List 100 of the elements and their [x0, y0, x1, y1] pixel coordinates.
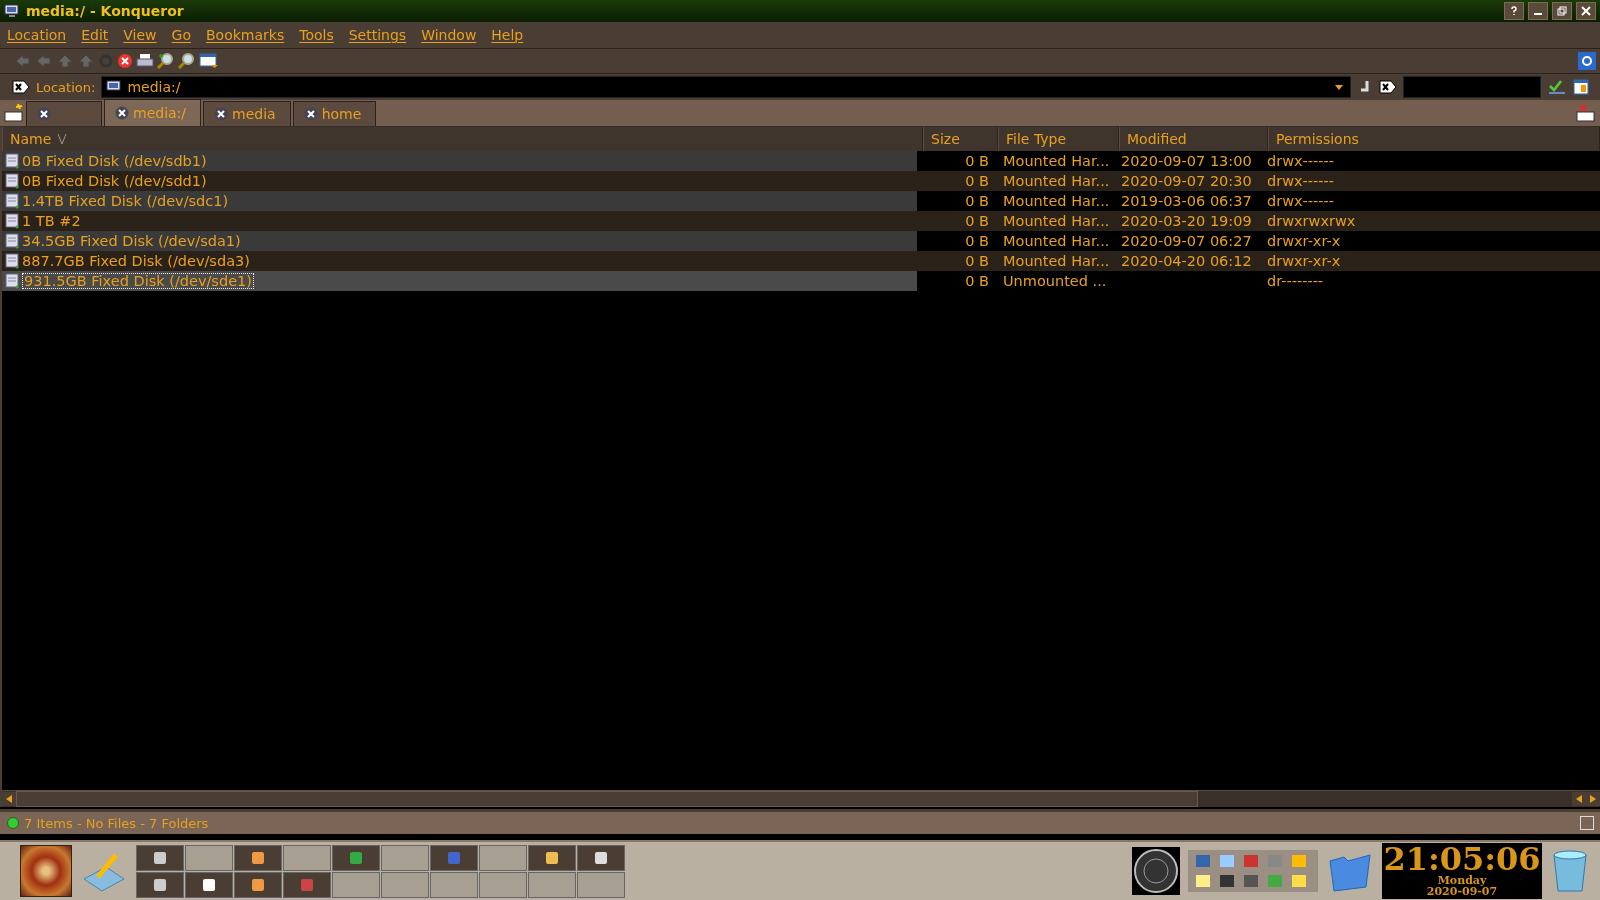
launcher-button[interactable]	[136, 871, 184, 898]
menu-item[interactable]: Go	[171, 27, 198, 43]
clock-date: 2020-09-07	[1426, 886, 1498, 897]
drive-icon	[5, 273, 19, 289]
tray-icon[interactable]	[1218, 872, 1236, 890]
menu-item[interactable]: Tools	[299, 27, 341, 43]
gear-icon[interactable]	[1578, 52, 1596, 70]
location-field[interactable]: media:/	[101, 76, 1352, 98]
close-tab-icon[interactable]	[1576, 103, 1596, 123]
menu-item[interactable]: Help	[491, 27, 531, 43]
table-cell-text: drwxr-xr-x	[1266, 232, 1342, 251]
sort-indicator-icon	[57, 133, 68, 145]
clock[interactable]: 21:05:06 Monday 2020-09-07	[1382, 843, 1542, 899]
tray-icon[interactable]	[1194, 872, 1212, 890]
window-title: media:/ - Konqueror	[26, 3, 184, 19]
clear-icon[interactable]	[12, 80, 30, 94]
column-header[interactable]: File Type	[998, 127, 1119, 151]
close-icon[interactable]	[303, 107, 318, 121]
table-cell-text: 0 B	[964, 172, 990, 191]
table-cell-text: drwx------	[1266, 172, 1335, 191]
close-button[interactable]	[1576, 2, 1596, 20]
launcher-button[interactable]	[332, 844, 380, 871]
drive-icon	[5, 153, 19, 169]
tab[interactable]: home	[292, 101, 377, 126]
table-cell-text: dr--------	[1266, 272, 1325, 291]
table-cell-text: Mounted Har...	[1002, 252, 1111, 271]
trash-icon[interactable]	[1550, 847, 1590, 895]
table-cell-text: 2020-09-07 13:00	[1120, 152, 1253, 171]
table-cell-text: drwxrwxrwx	[1266, 212, 1357, 231]
drive-icon	[5, 193, 19, 209]
clear-icon[interactable]	[1379, 80, 1398, 94]
maximize-button[interactable]	[1552, 2, 1572, 20]
table-cell-text: Unmounted ...	[1002, 272, 1108, 291]
launcher-button[interactable]	[430, 844, 478, 871]
column-header[interactable]: Permissions	[1268, 127, 1600, 151]
scrollbar-thumb[interactable]	[16, 791, 1198, 807]
monitor-icon	[4, 3, 20, 19]
location-label: Location:	[36, 79, 96, 95]
table-cell-text: Mounted Har...	[1002, 212, 1111, 231]
launcher-button[interactable]	[136, 844, 184, 871]
scroll-left-button[interactable]	[2, 792, 16, 806]
view-menu-icon[interactable]	[199, 53, 219, 69]
table-cell[interactable]: 0B Fixed Disk (/dev/sdb1)	[2, 151, 917, 171]
menu-item[interactable]: View	[123, 27, 164, 43]
minimize-icon	[1534, 13, 1542, 15]
scroll-left-button[interactable]	[1572, 792, 1586, 806]
table-cell-text: drwx------	[1266, 152, 1335, 171]
close-icon[interactable]	[37, 107, 51, 121]
checkmark-icon[interactable]	[1547, 79, 1568, 95]
menu-item[interactable]: Bookmarks	[206, 27, 292, 43]
status-text: 7 Items - No Files - 7 Folders	[24, 815, 209, 831]
status-light-icon	[6, 816, 20, 830]
close-icon[interactable]	[115, 106, 129, 120]
emblem-icon[interactable]	[1132, 847, 1180, 895]
table-cell-text: Mounted Har...	[1002, 152, 1111, 171]
table-cell-text: 0 B	[964, 212, 990, 231]
table-cell-text: 0 B	[964, 272, 990, 291]
table-cell-text: Mounted Har...	[1002, 172, 1111, 191]
panel-icon[interactable]	[1573, 79, 1590, 95]
print-icon[interactable]	[136, 53, 154, 69]
drive-icon	[5, 213, 19, 229]
table-cell-text: 2019-03-06 06:37	[1120, 192, 1253, 211]
table-cell[interactable]: 931.5GB Fixed Disk (/dev/sde1)	[2, 271, 917, 291]
left-arrow-icon	[5, 794, 13, 804]
launcher-button[interactable]	[234, 871, 282, 898]
help-button[interactable]	[1504, 2, 1524, 20]
table-cell[interactable]: 1.4TB Fixed Disk (/dev/sdc1)	[2, 191, 917, 211]
column-header[interactable]: Modified	[1119, 127, 1268, 151]
launcher-button[interactable]	[577, 844, 625, 871]
question-icon	[1509, 6, 1519, 16]
app-icon	[299, 876, 315, 893]
table-cell[interactable]: 34.5GB Fixed Disk (/dev/sda1)	[2, 231, 917, 251]
horizontal-scrollbar[interactable]	[2, 790, 1600, 807]
table-cell-text: drwx------	[1266, 192, 1335, 211]
minimize-button[interactable]	[1528, 2, 1548, 20]
search-field[interactable]	[1403, 76, 1542, 98]
mandala-icon[interactable]	[20, 845, 72, 897]
menu-item[interactable]: Edit	[81, 27, 116, 43]
app-icon	[544, 849, 560, 866]
table-cell-text: 0 B	[964, 192, 990, 211]
scroll-right-button[interactable]	[1586, 792, 1600, 806]
tab[interactable]: media	[203, 101, 291, 126]
close-icon[interactable]	[214, 107, 229, 121]
table-cell-text: 0 B	[964, 232, 990, 251]
menu-item[interactable]: Window	[421, 27, 484, 43]
stop-icon[interactable]	[117, 53, 133, 69]
launcher-button[interactable]	[234, 844, 282, 871]
drive-icon	[5, 253, 19, 269]
square-icon	[1580, 816, 1594, 830]
menu-item[interactable]: Settings	[348, 27, 414, 43]
app-icon	[152, 849, 168, 866]
left-arrow-icon	[1575, 794, 1583, 804]
launcher-button[interactable]	[528, 844, 576, 871]
column-header[interactable]: Size	[923, 127, 998, 151]
launcher-button[interactable]	[283, 871, 331, 898]
zoom-out-icon[interactable]	[178, 53, 196, 69]
new-tab-icon[interactable]	[4, 103, 24, 123]
zoom-in-icon[interactable]	[157, 53, 175, 69]
menu-item[interactable]: Location	[7, 27, 74, 43]
launcher-button[interactable]	[185, 871, 233, 898]
